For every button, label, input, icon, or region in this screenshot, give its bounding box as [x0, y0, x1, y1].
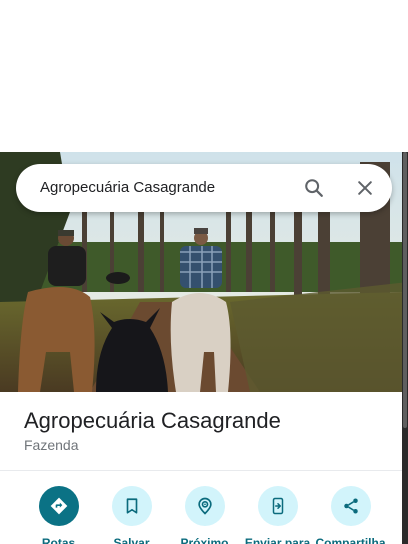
- share-icon: [343, 498, 358, 514]
- action-bar: Rotas Salvar Próximo Enviar para Compart…: [0, 486, 402, 544]
- bookmark-icon: [126, 498, 137, 514]
- save-label: Salvar: [113, 536, 150, 544]
- share-button[interactable]: Compartilha: [314, 486, 387, 544]
- clear-search-button[interactable]: [349, 172, 381, 204]
- nearby-button-circle[interactable]: [184, 486, 225, 526]
- place-title: Agropecuária Casagrande: [24, 408, 281, 433]
- nearby-button[interactable]: Próximo: [168, 486, 241, 544]
- nearby-label: Próximo: [180, 536, 229, 544]
- share-label: Compartilha: [315, 536, 386, 544]
- directions-label: Rotas: [41, 536, 76, 544]
- scrollbar[interactable]: [402, 152, 408, 544]
- save-button[interactable]: Salvar: [95, 486, 168, 544]
- nearby-icon: [197, 497, 212, 515]
- directions-button-circle[interactable]: [38, 486, 79, 526]
- send-to-phone-button[interactable]: Enviar para: [241, 486, 314, 544]
- search-box[interactable]: Agropecuária Casagrande: [16, 164, 392, 212]
- divider: [0, 470, 402, 471]
- directions-icon: [50, 497, 67, 515]
- search-icon: [305, 179, 323, 197]
- scrollbar-thumb[interactable]: [403, 152, 407, 428]
- share-button-circle[interactable]: [330, 486, 371, 526]
- send-to-phone-icon: [272, 497, 283, 515]
- close-icon: [358, 181, 372, 195]
- save-button-circle[interactable]: [111, 486, 152, 526]
- search-input[interactable]: Agropecuária Casagrande: [40, 164, 215, 212]
- place-panel: Agropecuária Casagrande Agropecuária Cas…: [0, 0, 408, 544]
- send-to-phone-label: Enviar para: [244, 536, 311, 544]
- place-category[interactable]: Fazenda: [24, 437, 78, 453]
- send-to-phone-button-circle[interactable]: [257, 486, 298, 526]
- directions-button[interactable]: Rotas: [22, 486, 95, 544]
- search-button[interactable]: [298, 172, 330, 204]
